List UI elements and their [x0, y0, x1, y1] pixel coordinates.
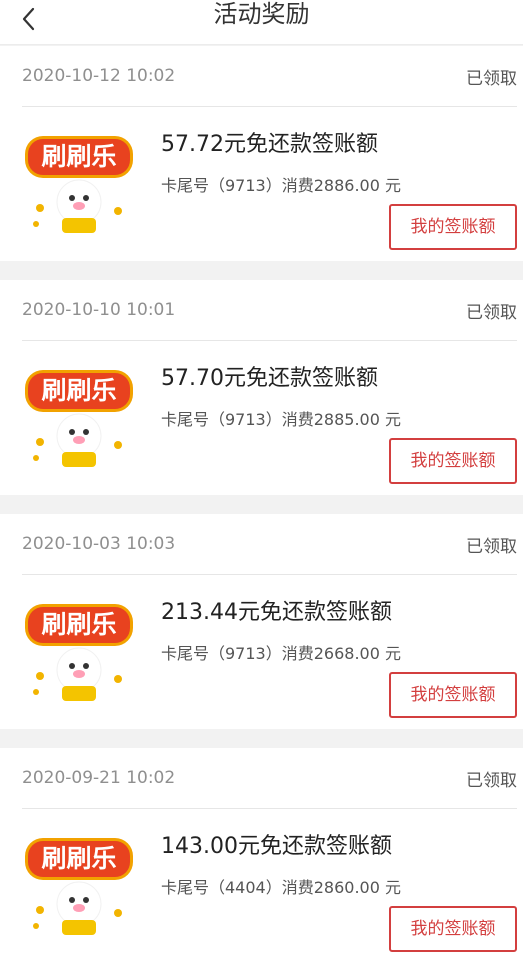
reward-card: 2020-10-03 10:03 已领取 刷刷乐 213.44元免还款签账额 卡… — [0, 514, 523, 729]
reward-card: 2020-10-10 10:01 已领取 刷刷乐 57.70元免还款签账额 卡尾… — [0, 280, 523, 495]
my-credit-button[interactable]: 我的签账额 — [389, 204, 517, 250]
reward-card: 2020-10-12 10:02 已领取 刷刷乐 57.72元免还款签账额 卡尾… — [0, 46, 523, 261]
shuashuale-mascot-icon: 刷刷乐 — [25, 838, 133, 935]
my-credit-button[interactable]: 我的签账额 — [389, 906, 517, 952]
reward-datetime: 2020-09-21 10:02 — [22, 768, 176, 788]
shuashuale-mascot-icon: 刷刷乐 — [25, 370, 133, 467]
svg-text:刷刷乐: 刷刷乐 — [41, 376, 116, 405]
my-credit-button[interactable]: 我的签账额 — [389, 438, 517, 484]
svg-text:刷刷乐: 刷刷乐 — [41, 610, 116, 639]
reward-detail: 卡尾号（9713）消费2885.00 元 — [161, 410, 401, 429]
shuashuale-mascot-icon: 刷刷乐 — [25, 136, 133, 233]
shuashuale-mascot-icon: 刷刷乐 — [25, 604, 133, 701]
page-title: 活动奖励 — [213, 0, 310, 28]
reward-datetime: 2020-10-03 10:03 — [22, 534, 176, 554]
reward-detail: 卡尾号（9713）消费2886.00 元 — [161, 176, 401, 195]
reward-datetime: 2020-10-10 10:01 — [22, 300, 176, 320]
header-bar: 活动奖励 — [0, 0, 523, 45]
reward-amount: 57.72元免还款签账额 — [161, 132, 378, 157]
reward-card: 2020-09-21 10:02 已领取 刷刷乐 143.00元免还款签账额 卡… — [0, 748, 523, 963]
reward-amount: 213.44元免还款签账额 — [161, 600, 392, 625]
reward-amount: 143.00元免还款签账额 — [161, 834, 392, 859]
svg-text:刷刷乐: 刷刷乐 — [41, 844, 116, 873]
reward-detail: 卡尾号（9713）消费2668.00 元 — [161, 644, 401, 663]
my-credit-button[interactable]: 我的签账额 — [389, 672, 517, 718]
card-header: 2020-09-21 10:02 已领取 — [22, 748, 517, 809]
card-header: 2020-10-10 10:01 已领取 — [22, 280, 517, 341]
reward-detail: 卡尾号（4404）消费2860.00 元 — [161, 878, 401, 897]
reward-datetime: 2020-10-12 10:02 — [22, 66, 176, 86]
status-label: 已领取 — [466, 771, 517, 791]
card-header: 2020-10-12 10:02 已领取 — [22, 46, 517, 107]
status-label: 已领取 — [466, 303, 517, 323]
status-label: 已领取 — [466, 69, 517, 89]
reward-amount: 57.70元免还款签账额 — [161, 366, 378, 391]
status-label: 已领取 — [466, 537, 517, 557]
svg-text:刷刷乐: 刷刷乐 — [41, 142, 116, 171]
card-header: 2020-10-03 10:03 已领取 — [22, 514, 517, 575]
